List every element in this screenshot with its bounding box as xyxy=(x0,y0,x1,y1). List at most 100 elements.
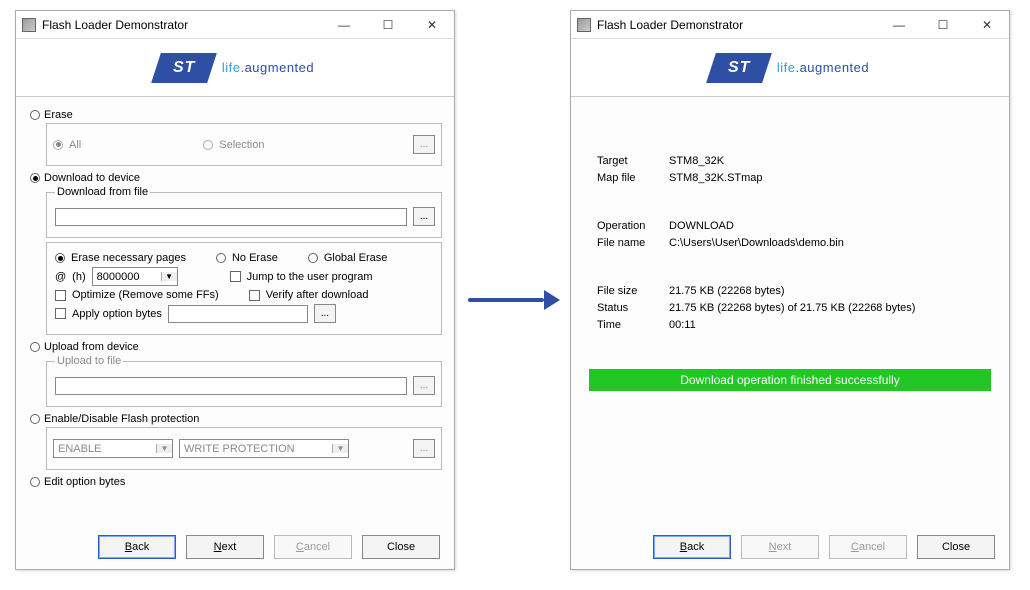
radio-icon xyxy=(53,140,63,150)
close-button[interactable]: ✕ xyxy=(410,11,454,39)
radio-upload[interactable]: Upload from device xyxy=(30,341,442,353)
radio-erase-selection[interactable]: Selection xyxy=(219,139,264,151)
window-result: Flash Loader Demonstrator — ☐ ✕ ST life.… xyxy=(570,10,1010,570)
apply-opt-input[interactable] xyxy=(168,305,308,323)
radio-erase-label: Erase xyxy=(44,109,73,121)
radio-upload-label: Upload from device xyxy=(44,341,139,353)
radio-download-label: Download to device xyxy=(44,172,140,184)
filesize-value: 21.75 KB (22268 bytes) xyxy=(669,285,785,297)
success-bar: Download operation finished successfully xyxy=(589,369,991,391)
app-icon xyxy=(577,18,591,32)
titlebar: Flash Loader Demonstrator — ☐ ✕ xyxy=(571,11,1009,39)
radio-protection[interactable]: Enable/Disable Flash protection xyxy=(30,413,442,425)
radio-icon xyxy=(216,253,226,263)
brand-banner: ST life.augmented xyxy=(571,39,1009,97)
operation-label: Operation xyxy=(597,220,669,232)
target-label: Target xyxy=(597,155,669,167)
filename-value: C:\Users\User\Downloads\demo.bin xyxy=(669,237,844,249)
radio-edit-opt-label: Edit option bytes xyxy=(44,476,125,488)
radio-no-erase[interactable]: No Erase xyxy=(232,252,278,264)
transition-arrow-icon xyxy=(468,290,560,310)
checkbox-optimize[interactable]: Optimize (Remove some FFs) xyxy=(72,289,219,301)
button-row: Back Next Cancel Close xyxy=(16,535,454,559)
checkbox-icon xyxy=(55,308,66,319)
close-button[interactable]: ✕ xyxy=(965,11,1009,39)
protection-fieldset: ENABLE ▼ WRITE PROTECTION ▼ ... xyxy=(46,427,442,470)
erase-fieldset: All Selection ... xyxy=(46,123,442,166)
chevron-down-icon: ▼ xyxy=(332,444,348,453)
checkbox-icon xyxy=(55,290,66,301)
brand-banner: ST life.augmented xyxy=(16,39,454,97)
target-value: STM8_32K xyxy=(669,155,724,167)
upload-file-input[interactable] xyxy=(55,377,407,395)
radio-icon xyxy=(30,173,40,183)
protection-type-value: WRITE PROTECTION xyxy=(180,443,332,455)
checkbox-verify[interactable]: Verify after download xyxy=(266,289,369,301)
addr-at: @ xyxy=(55,271,66,283)
download-options-fieldset: Erase necessary pages No Erase Global Er… xyxy=(46,242,442,335)
minimize-button[interactable]: — xyxy=(322,11,366,39)
status-value: 21.75 KB (22268 bytes) of 21.75 KB (2226… xyxy=(669,302,915,314)
radio-download[interactable]: Download to device xyxy=(30,172,442,184)
radio-icon xyxy=(30,477,40,487)
protection-browse-button[interactable]: ... xyxy=(413,439,435,458)
brand-tag: life.augmented xyxy=(777,60,869,75)
map-label: Map file xyxy=(597,172,669,184)
download-browse-button[interactable]: ... xyxy=(413,207,435,226)
window-config: Flash Loader Demonstrator — ☐ ✕ ST life.… xyxy=(15,10,455,570)
radio-icon xyxy=(55,253,65,263)
filesize-label: File size xyxy=(597,285,669,297)
close-button-footer[interactable]: Close xyxy=(917,535,995,559)
st-logo: ST xyxy=(706,53,772,83)
download-from-file-legend: Download from file xyxy=(55,186,150,198)
window-title: Flash Loader Demonstrator xyxy=(42,18,322,32)
time-value: 00:11 xyxy=(669,319,696,331)
protection-enable-combo[interactable]: ENABLE ▼ xyxy=(53,439,173,458)
chevron-down-icon: ▼ xyxy=(161,272,177,281)
address-combo[interactable]: 8000000 ▼ xyxy=(92,267,178,286)
success-text: Download operation finished successfully xyxy=(680,373,899,387)
checkbox-apply-opt[interactable]: Apply option bytes xyxy=(72,308,162,320)
radio-edit-opt[interactable]: Edit option bytes xyxy=(30,476,442,488)
protection-enable-value: ENABLE xyxy=(54,443,156,455)
upload-to-file-fieldset: Upload to file ... xyxy=(46,355,442,407)
brand-tag: life.augmented xyxy=(222,60,314,75)
upload-browse-button[interactable]: ... xyxy=(413,376,435,395)
titlebar: Flash Loader Demonstrator — ☐ ✕ xyxy=(16,11,454,39)
back-button[interactable]: Back xyxy=(653,535,731,559)
cancel-button[interactable]: Cancel xyxy=(274,535,352,559)
radio-icon xyxy=(203,140,213,150)
operation-value: DOWNLOAD xyxy=(669,220,734,232)
upload-to-file-legend: Upload to file xyxy=(55,355,123,367)
cancel-button[interactable]: Cancel xyxy=(829,535,907,559)
info-block: TargetSTM8_32K Map fileSTM8_32K.STmap Op… xyxy=(597,155,997,331)
protection-type-combo[interactable]: WRITE PROTECTION ▼ xyxy=(179,439,349,458)
radio-global-erase[interactable]: Global Erase xyxy=(324,252,388,264)
maximize-button[interactable]: ☐ xyxy=(366,11,410,39)
address-value: 8000000 xyxy=(93,271,161,283)
status-label: Status xyxy=(597,302,669,314)
radio-erase-all[interactable]: All xyxy=(69,139,81,151)
chevron-down-icon: ▼ xyxy=(156,444,172,453)
next-button[interactable]: Next xyxy=(741,535,819,559)
minimize-button[interactable]: — xyxy=(877,11,921,39)
radio-erase-necessary[interactable]: Erase necessary pages xyxy=(71,252,186,264)
radio-protection-label: Enable/Disable Flash protection xyxy=(44,413,199,425)
button-row: Back Next Cancel Close xyxy=(571,535,1009,559)
time-label: Time xyxy=(597,319,669,331)
apply-opt-browse-button[interactable]: ... xyxy=(314,304,336,323)
filename-label: File name xyxy=(597,237,669,249)
radio-erase[interactable]: Erase xyxy=(30,109,442,121)
erase-browse-button[interactable]: ... xyxy=(413,135,435,154)
checkbox-jump[interactable]: Jump to the user program xyxy=(247,271,373,283)
config-body: Erase All Selection ... Download to devi… xyxy=(16,97,454,517)
checkbox-icon xyxy=(230,271,241,282)
download-file-input[interactable] xyxy=(55,208,407,226)
radio-icon xyxy=(30,342,40,352)
next-button[interactable]: Next xyxy=(186,535,264,559)
addr-hex: (h) xyxy=(72,271,85,283)
back-button[interactable]: Back xyxy=(98,535,176,559)
maximize-button[interactable]: ☐ xyxy=(921,11,965,39)
st-logo: ST xyxy=(151,53,217,83)
close-button-footer[interactable]: Close xyxy=(362,535,440,559)
